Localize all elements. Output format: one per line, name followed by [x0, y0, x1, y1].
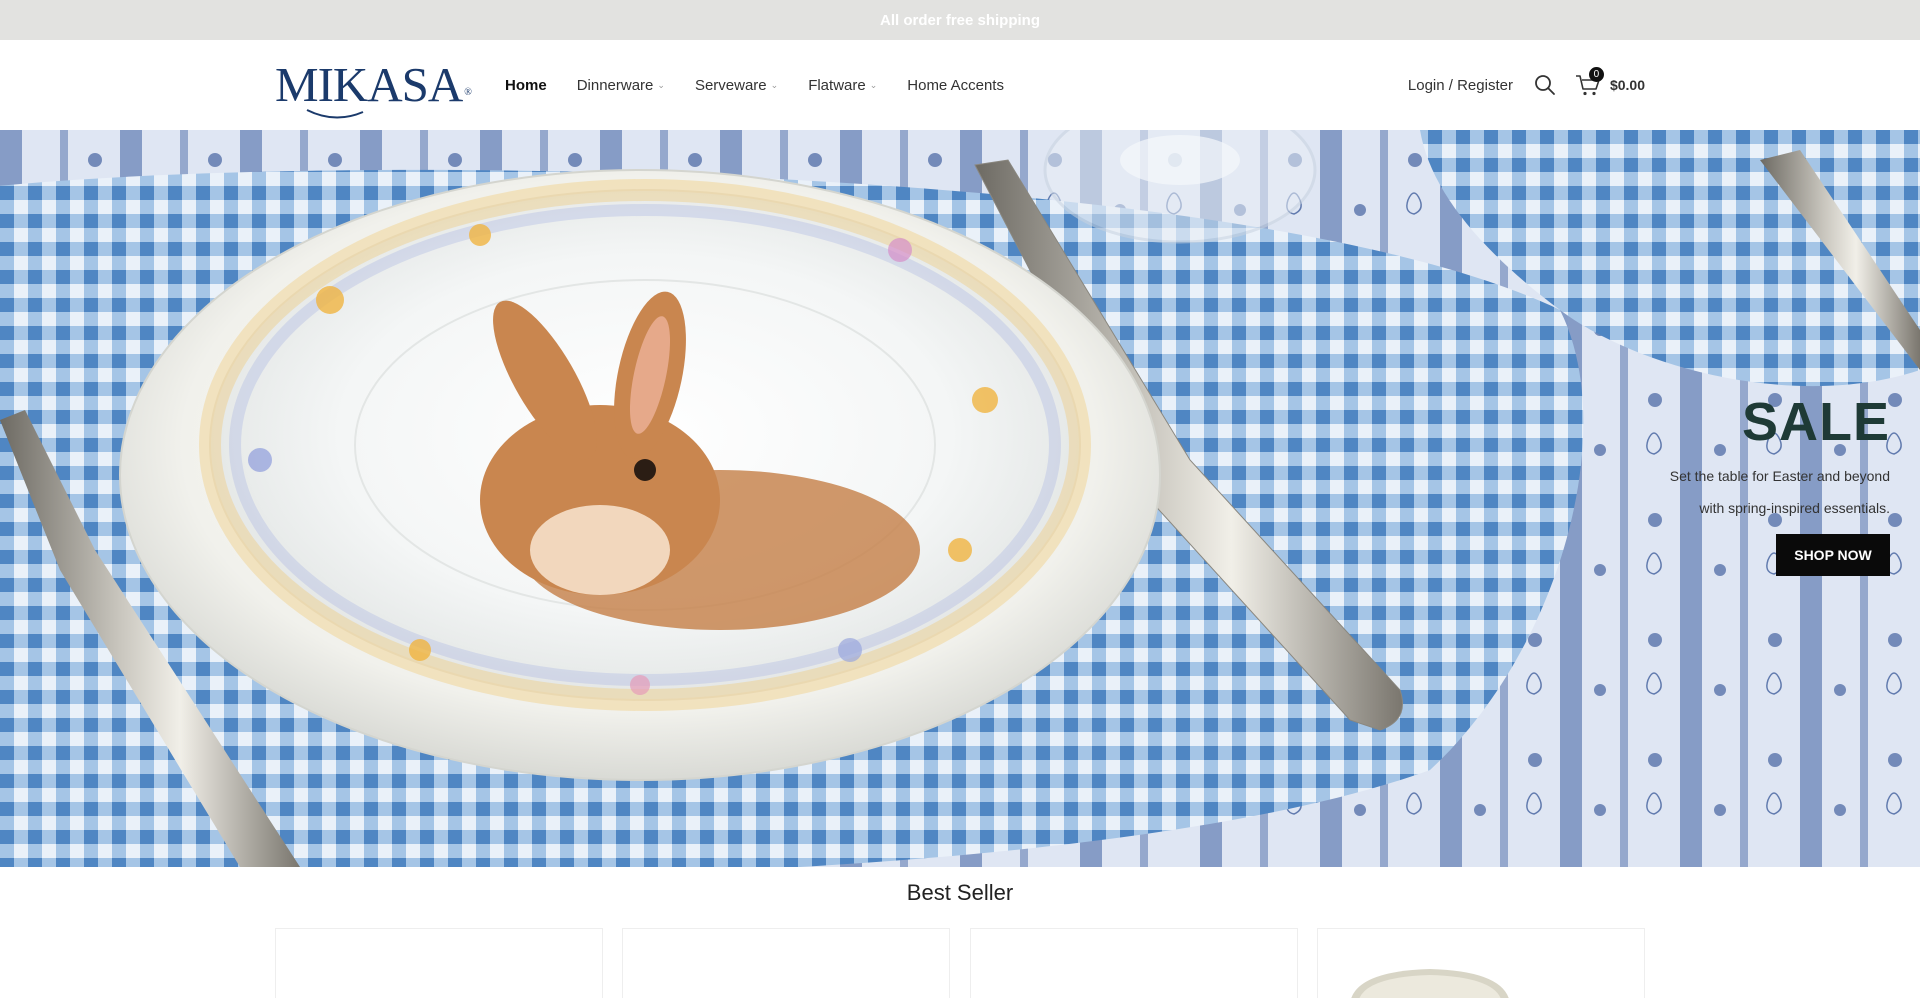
best-seller-title: Best Seller: [906, 880, 1014, 905]
hero-content: SALE Set the table for Easter and beyond…: [1490, 392, 1890, 576]
announcement-text: All order free shipping: [879, 11, 1041, 29]
chevron-down-icon: ⌄: [657, 79, 665, 90]
nav-item-serveware[interactable]: Serveware ⌄: [695, 77, 778, 94]
announcement-bar: All order free shipping: [0, 0, 1920, 40]
login-register-link[interactable]: Login / Register: [1408, 77, 1513, 94]
nav-item-flatware[interactable]: Flatware ⌄: [808, 77, 877, 94]
nav-item-label: Flatware: [808, 76, 866, 94]
product-card[interactable]: [1316, 928, 1645, 998]
brand-logo[interactable]: MIKASA ®: [275, 57, 472, 112]
nav-item-label: Home: [505, 76, 547, 94]
nav-item-label: Dinnerware: [576, 76, 654, 94]
cart-total: $0.00: [1609, 77, 1645, 93]
cart-button[interactable]: 0 $0.00: [1575, 67, 1645, 97]
main-nav: Home Dinnerware ⌄ Serveware ⌄ Flatware ⌄…: [505, 40, 1034, 130]
nav-item-dinnerware[interactable]: Dinnerware ⌄: [577, 77, 665, 94]
shop-now-button[interactable]: SHOP NOW: [1776, 534, 1890, 576]
header-actions: Login / Register 0 $0.00: [1408, 40, 1645, 130]
product-card[interactable]: [275, 928, 603, 998]
hero-title: SALE: [1741, 392, 1890, 452]
logo-mark: ®: [464, 87, 472, 98]
logo-text: MIKASA: [275, 57, 463, 112]
search-icon[interactable]: [1533, 73, 1557, 97]
hero-banner[interactable]: SALE Set the table for Easter and beyond…: [0, 130, 1920, 867]
nav-item-home[interactable]: Home: [505, 77, 547, 94]
logo-swoosh: [306, 109, 364, 119]
product-card[interactable]: [969, 928, 1298, 998]
product-card[interactable]: [622, 928, 951, 998]
chevron-down-icon: ⌄: [770, 79, 779, 90]
nav-item-home-accents[interactable]: Home Accents: [907, 77, 1004, 94]
best-seller-grid: [275, 928, 1645, 998]
cart-count-badge: 0: [1588, 67, 1604, 82]
chevron-down-icon: ⌄: [869, 79, 878, 90]
nav-item-label: Home Accents: [907, 76, 1004, 94]
hero-subtitle-line2: with spring-inspired essentials.: [1699, 500, 1890, 516]
hero-subtitle-line1: Set the table for Easter and beyond: [1669, 468, 1890, 484]
site-header: MIKASA ® Home Dinnerware ⌄ Serveware ⌄ Fl…: [0, 40, 1920, 130]
nav-item-label: Serveware: [694, 76, 767, 94]
